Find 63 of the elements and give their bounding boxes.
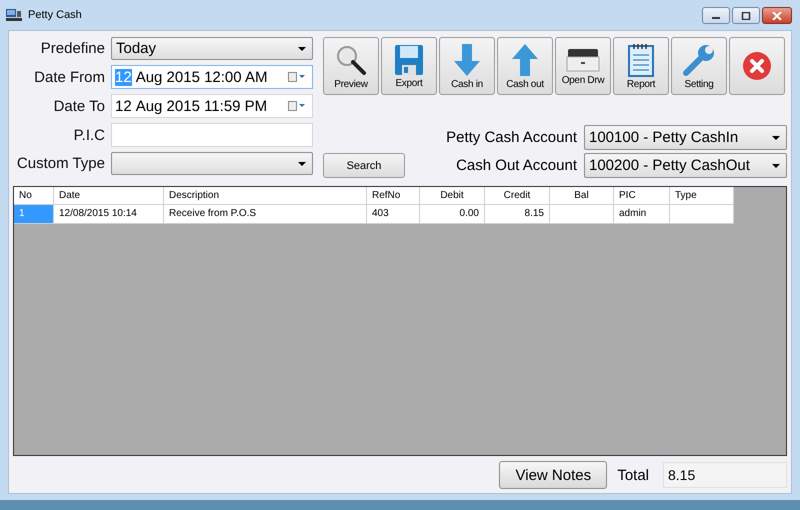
column-header[interactable]: Date <box>54 187 164 205</box>
total-field: 8.15 <box>663 462 787 488</box>
column-header[interactable]: Debit <box>420 187 485 205</box>
account-dropdown[interactable]: 100100 - Petty CashIn <box>584 125 787 150</box>
column-header[interactable]: Description <box>164 187 367 205</box>
search-button[interactable]: Search <box>323 153 405 178</box>
column-header[interactable]: PIC <box>614 187 670 205</box>
field-label: Predefine <box>40 40 105 57</box>
table-cell <box>550 205 614 224</box>
table-cell: 0.00 <box>420 205 485 224</box>
minimize-button[interactable] <box>702 7 730 24</box>
caret-icon <box>298 162 306 166</box>
column-header[interactable]: No <box>14 187 54 205</box>
table-cell: 8.15 <box>485 205 550 224</box>
up-arrow-icon <box>511 42 539 76</box>
wrench-icon <box>682 42 716 76</box>
drawer-icon <box>566 46 600 72</box>
caret-icon <box>772 136 780 140</box>
account-label: Cash Out Account <box>456 157 577 174</box>
close-button[interactable] <box>762 7 792 24</box>
maximize-icon <box>741 12 751 20</box>
table-cell: admin <box>614 205 670 224</box>
caret-icon <box>772 164 780 168</box>
table-cell: 12/08/2015 10:14 <box>54 205 164 224</box>
pic-input[interactable] <box>111 123 313 147</box>
close-icon <box>772 12 782 20</box>
setting-button[interactable]: Setting <box>671 37 727 95</box>
table-cell: 403 <box>367 205 420 224</box>
computer-icon <box>6 9 22 21</box>
cash-in-button[interactable]: Cash in <box>439 37 495 95</box>
cash-out-button[interactable]: Cash out <box>497 37 553 95</box>
date-picker[interactable]: 12 Aug 2015 12:00 AM <box>111 65 313 89</box>
preview-button[interactable]: Preview <box>323 37 379 95</box>
column-header[interactable]: Type <box>670 187 734 205</box>
column-header[interactable]: RefNo <box>367 187 420 205</box>
window-title: Petty Cash <box>28 9 82 21</box>
exit-button[interactable] <box>729 37 785 95</box>
column-header[interactable]: Credit <box>485 187 550 205</box>
export-button[interactable]: Export <box>381 37 437 95</box>
drawer-button[interactable]: Open Drw <box>555 37 611 95</box>
total-label: Total <box>617 466 649 484</box>
calendar-icon <box>288 101 306 111</box>
calendar-icon <box>288 72 306 82</box>
field-label: P.I.C <box>72 126 105 144</box>
view-notes-button[interactable]: View Notes <box>499 461 608 489</box>
field-label: Custom Type <box>16 155 105 172</box>
predefine-dropdown[interactable]: Today <box>111 37 313 60</box>
maximize-button[interactable] <box>732 7 760 24</box>
account-dropdown[interactable]: 100200 - Petty CashOut <box>584 153 787 178</box>
account-label: Petty Cash Account <box>446 129 577 146</box>
notepad-icon <box>628 42 654 76</box>
table-cell: Receive from P.O.S <box>164 205 367 224</box>
date-picker[interactable]: 12 Aug 2015 11:59 PM <box>111 94 313 118</box>
column-header[interactable]: Bal <box>550 187 614 205</box>
field-label: Date To <box>52 98 105 114</box>
report-button[interactable]: Report <box>613 37 669 95</box>
close-icon <box>742 51 772 81</box>
field-label: Date From <box>33 68 105 86</box>
table-cell <box>670 205 734 224</box>
table-cell: 1 <box>14 205 54 224</box>
caret-icon <box>298 46 306 50</box>
custom-type-dropdown[interactable] <box>111 152 313 175</box>
down-arrow-icon <box>453 42 481 76</box>
